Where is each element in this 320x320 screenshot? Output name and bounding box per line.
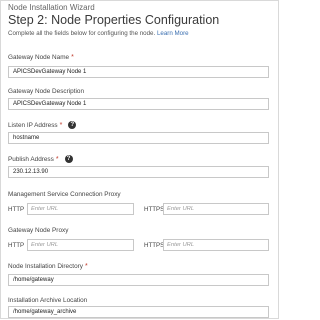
mgmt-proxy-http-label: HTTP [8, 206, 25, 213]
publish-address-input[interactable]: 230.12.13.90 [8, 166, 269, 178]
install-dir-label: Node Installation Directory * [8, 263, 88, 270]
gateway-proxy-http-input[interactable]: Enter URL [27, 239, 134, 251]
gateway-proxy-http-label: HTTP [8, 242, 25, 249]
learn-more-link[interactable]: Learn More [157, 30, 189, 37]
gateway-node-description-label-text: Gateway Node Description [8, 88, 85, 95]
listen-ip-input[interactable]: hostname [8, 132, 269, 144]
mgmt-proxy-http-input[interactable]: Enter URL [27, 203, 134, 215]
gateway-node-name-label-text: Gateway Node Name [8, 54, 70, 61]
install-dir-input[interactable]: /home/gateway [8, 274, 269, 286]
step-title: Step 2: Node Properties Configuration [8, 13, 220, 27]
mgmt-proxy-label: Management Service Connection Proxy [8, 191, 121, 198]
install-dir-label-text: Node Installation Directory [8, 263, 83, 270]
required-marker: * [55, 155, 59, 163]
archive-location-label: Installation Archive Location [8, 297, 87, 304]
required-marker: * [71, 54, 74, 61]
archive-location-label-text: Installation Archive Location [8, 297, 88, 304]
publish-address-label-text: Publish Address [8, 155, 54, 163]
gateway-proxy-https-input[interactable]: Enter URL [163, 239, 269, 251]
help-icon[interactable]: ? [68, 121, 77, 129]
publish-address-label: Publish Address * ? [8, 155, 73, 163]
help-icon[interactable]: ? [64, 155, 73, 163]
listen-ip-label: Listen IP Address * ? [8, 121, 77, 129]
gateway-node-name-label: Gateway Node Name * [8, 54, 74, 61]
mgmt-proxy-label-text: Management Service Connection Proxy [8, 191, 121, 198]
gateway-node-description-input[interactable]: APICSDevGateway Node 1 [8, 98, 269, 110]
archive-location-input[interactable]: /home/gateway_archive [8, 306, 269, 318]
subtitle-text: Complete all the fields below for config… [8, 30, 156, 37]
listen-ip-label-text: Listen IP Address [8, 121, 58, 129]
mgmt-proxy-https-label: HTTPS [144, 206, 165, 213]
wizard-title: Node Installation Wizard [8, 3, 95, 12]
gateway-proxy-label: Gateway Node Proxy [8, 227, 68, 234]
gateway-proxy-https-label: HTTPS [144, 242, 165, 249]
required-marker: * [84, 263, 88, 270]
required-marker: * [59, 121, 63, 129]
gateway-node-description-label: Gateway Node Description [8, 88, 84, 95]
subtitle: Complete all the fields below for config… [8, 30, 189, 37]
gateway-node-name-input[interactable]: APICSDevGateway Node 1 [8, 66, 269, 78]
gateway-proxy-label-text: Gateway Node Proxy [8, 227, 69, 234]
mgmt-proxy-https-input[interactable]: Enter URL [163, 203, 269, 215]
